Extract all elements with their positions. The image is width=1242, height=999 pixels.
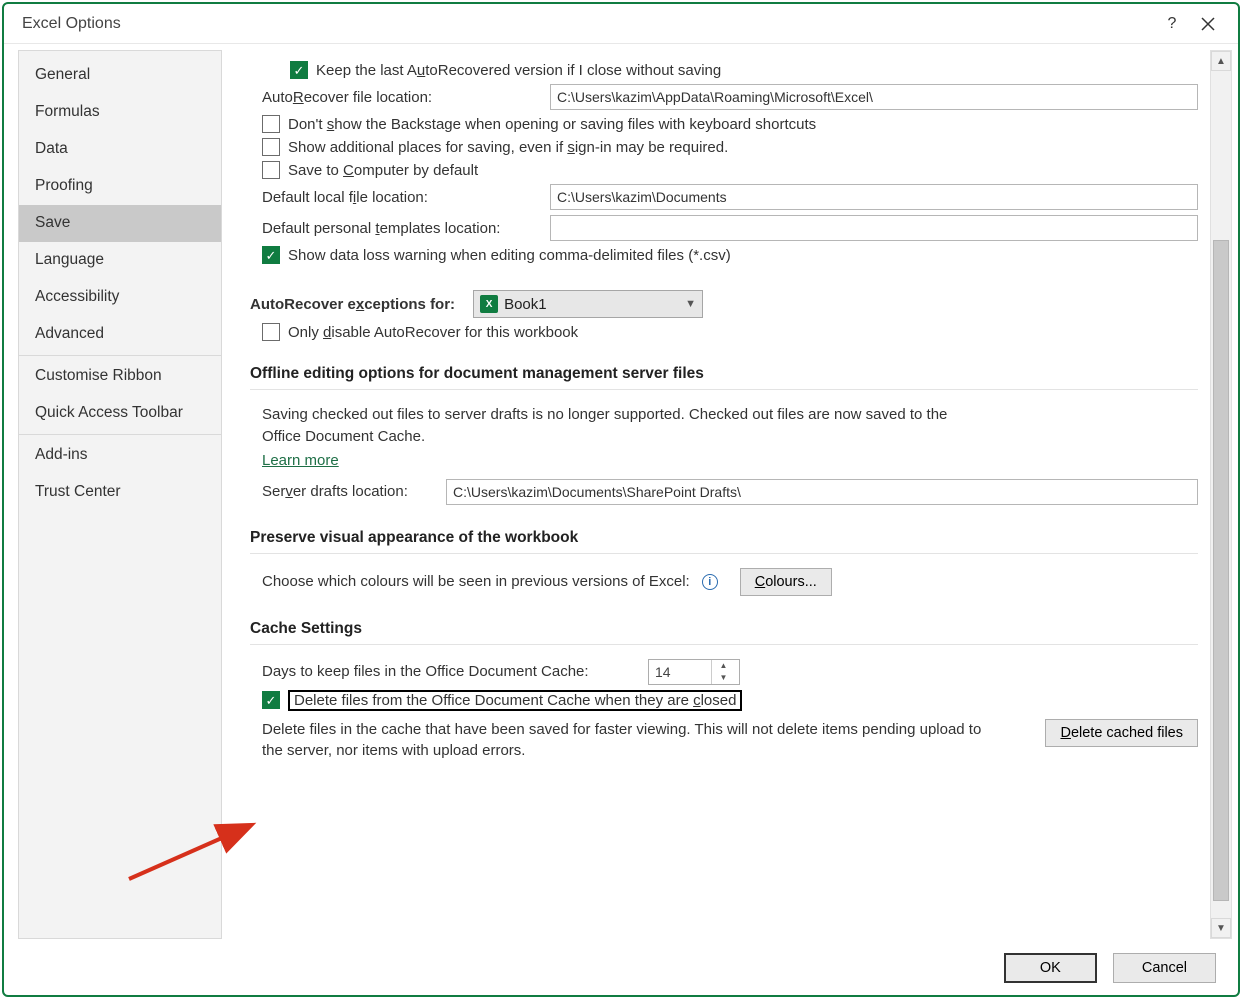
scroll-thumb[interactable] <box>1213 240 1229 901</box>
save-to-computer-checkbox[interactable] <box>262 161 280 179</box>
ok-button[interactable]: OK <box>1004 953 1097 983</box>
colours-button[interactable]: Colours... <box>740 568 832 596</box>
autorecover-location-input[interactable] <box>550 84 1198 110</box>
delete-files-when-closed-label: Delete files from the Office Document Ca… <box>288 690 742 711</box>
dont-show-backstage-checkbox[interactable] <box>262 115 280 133</box>
spinner-up[interactable]: ▲ <box>712 660 735 672</box>
sidebar-item-formulas[interactable]: Formulas <box>19 94 221 131</box>
sidebar-item-language[interactable]: Language <box>19 242 221 279</box>
spinner-down[interactable]: ▼ <box>712 672 735 684</box>
dialog-footer: OK Cancel <box>4 945 1238 995</box>
window-title: Excel Options <box>22 15 1154 33</box>
sidebar-item-save[interactable]: Save <box>19 205 221 242</box>
show-additional-places-label: Show additional places for saving, even … <box>288 139 728 156</box>
sidebar-item-general[interactable]: General <box>19 57 221 94</box>
learn-more-link[interactable]: Learn more <box>262 452 339 469</box>
workbook-dropdown-value: Book1 <box>504 296 547 313</box>
cache-settings-title: Cache Settings <box>250 620 1198 638</box>
dont-show-backstage-label: Don't show the Backstage when opening or… <box>288 116 816 133</box>
default-local-location-input[interactable] <box>550 184 1198 210</box>
default-templates-input[interactable] <box>550 215 1198 241</box>
close-button[interactable] <box>1190 6 1226 42</box>
titlebar: Excel Options ? <box>4 4 1238 44</box>
sidebar-item-addins[interactable]: Add-ins <box>19 437 221 474</box>
sidebar-item-accessibility[interactable]: Accessibility <box>19 279 221 316</box>
autorecover-location-label: AutoRecover file location: <box>262 89 542 106</box>
server-drafts-input[interactable] <box>446 479 1198 505</box>
sidebar-item-advanced[interactable]: Advanced <box>19 316 221 353</box>
scroll-track[interactable] <box>1211 71 1231 918</box>
save-to-computer-label: Save to Computer by default <box>288 162 478 179</box>
vertical-scrollbar[interactable]: ▲ ▼ <box>1210 50 1232 939</box>
delete-cached-files-button[interactable]: Delete cached files <box>1045 719 1198 747</box>
scroll-up-button[interactable]: ▲ <box>1211 51 1231 71</box>
days-to-keep-spinner[interactable]: ▲ ▼ <box>648 659 740 685</box>
sidebar-item-quick-access[interactable]: Quick Access Toolbar <box>19 395 221 432</box>
autorecover-exceptions-label: AutoRecover exceptions for: <box>250 296 455 313</box>
excel-options-dialog: Excel Options ? General Formulas Data Pr… <box>2 2 1240 997</box>
save-options-panel: Keep the last AutoRecovered version if I… <box>222 44 1210 945</box>
scroll-down-button[interactable]: ▼ <box>1211 918 1231 938</box>
offline-editing-title: Offline editing options for document man… <box>250 365 1198 383</box>
sidebar-item-data[interactable]: Data <box>19 131 221 168</box>
close-icon <box>1201 17 1215 31</box>
cancel-button[interactable]: Cancel <box>1113 953 1216 983</box>
workbook-dropdown[interactable]: X Book1 ▼ <box>473 290 703 318</box>
show-data-loss-label: Show data loss warning when editing comm… <box>288 247 731 264</box>
offline-editing-note: Saving checked out files to server draft… <box>250 404 970 448</box>
default-templates-label: Default personal templates location: <box>262 220 542 237</box>
only-disable-autorecover-label: Only disable AutoRecover for this workbo… <box>288 324 578 341</box>
server-drafts-label: Server drafts location: <box>262 483 438 500</box>
excel-file-icon: X <box>480 295 498 313</box>
chevron-down-icon: ▼ <box>685 298 696 310</box>
only-disable-autorecover-checkbox[interactable] <box>262 323 280 341</box>
sidebar-item-proofing[interactable]: Proofing <box>19 168 221 205</box>
days-to-keep-input[interactable] <box>649 660 711 684</box>
help-button[interactable]: ? <box>1154 6 1190 42</box>
days-to-keep-label: Days to keep files in the Office Documen… <box>262 663 640 680</box>
keep-last-autorecovered-label: Keep the last AutoRecovered version if I… <box>316 62 721 79</box>
choose-colours-label: Choose which colours will be seen in pre… <box>262 573 690 590</box>
default-local-location-label: Default local file location: <box>262 189 542 206</box>
delete-cache-description: Delete files in the cache that have been… <box>262 719 982 763</box>
show-data-loss-checkbox[interactable] <box>262 246 280 264</box>
keep-last-autorecovered-checkbox[interactable] <box>290 61 308 79</box>
show-additional-places-checkbox[interactable] <box>262 138 280 156</box>
info-icon[interactable]: i <box>702 574 718 590</box>
delete-files-when-closed-checkbox[interactable] <box>262 691 280 709</box>
category-sidebar: General Formulas Data Proofing Save Lang… <box>18 50 222 939</box>
sidebar-item-trust-center[interactable]: Trust Center <box>19 474 221 511</box>
sidebar-item-customise-ribbon[interactable]: Customise Ribbon <box>19 358 221 395</box>
preserve-visual-title: Preserve visual appearance of the workbo… <box>250 529 1198 547</box>
